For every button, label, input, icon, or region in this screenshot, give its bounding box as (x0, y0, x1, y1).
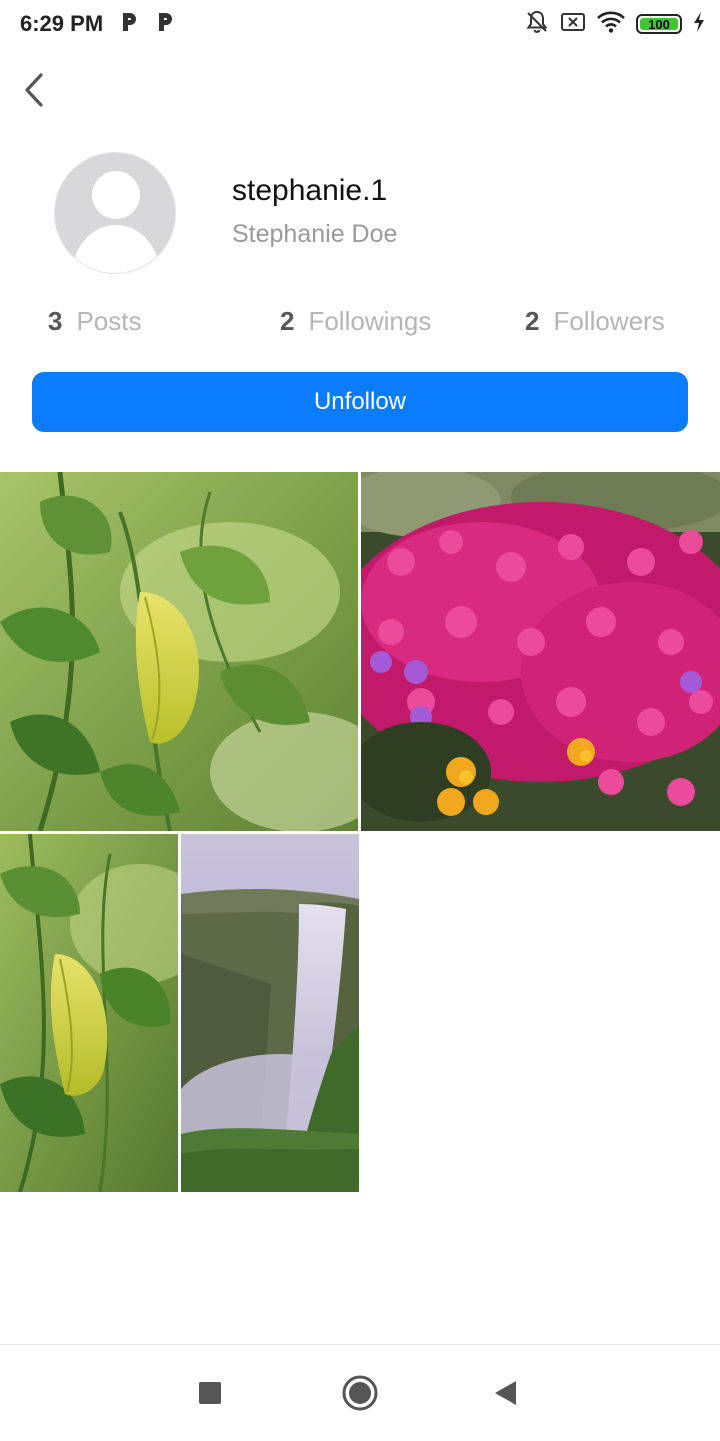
status-bar: 6:29 PM 100 (0, 0, 720, 48)
stat-followers-label: Followers (553, 306, 665, 336)
stat-posts-label: Posts (76, 306, 142, 336)
battery-icon: 100 (636, 14, 682, 34)
sim-disabled-icon (560, 11, 586, 38)
profile-full-name: Stephanie Doe (232, 220, 398, 248)
post-thumbnail-waterfall[interactable] (181, 834, 359, 1192)
stat-followers[interactable]: 2 Followers (525, 306, 665, 337)
home-circle-icon (341, 1374, 379, 1417)
charging-bolt-icon (692, 11, 706, 38)
unfollow-button[interactable]: Unfollow (32, 372, 688, 432)
stat-followers-count: 2 (525, 306, 540, 336)
status-time: 6:29 PM (20, 11, 104, 36)
stat-followings-label: Followings (308, 306, 432, 336)
avatar (54, 152, 176, 274)
stat-posts-count: 3 (48, 306, 63, 336)
parking-icon (156, 10, 174, 34)
battery-level: 100 (640, 17, 678, 32)
stat-followings-count: 2 (280, 306, 295, 336)
back-button[interactable] (14, 70, 54, 114)
back-triangle-icon (493, 1379, 519, 1412)
post-thumbnail-leaves[interactable] (0, 472, 358, 831)
stat-followings[interactable]: 2 Followings (280, 306, 431, 337)
parking-icon (120, 10, 138, 34)
default-avatar-icon (55, 171, 175, 273)
home-button[interactable] (332, 1367, 388, 1423)
stat-posts[interactable]: 3 Posts (48, 306, 142, 337)
wifi-icon (596, 10, 626, 39)
post-thumbnail-flowers[interactable] (361, 472, 720, 831)
recents-button[interactable] (182, 1367, 238, 1423)
post-thumbnail-leaves-2[interactable] (0, 834, 178, 1192)
bell-off-icon (524, 9, 550, 40)
chevron-left-icon (22, 72, 46, 113)
profile-username: stephanie.1 (232, 174, 388, 207)
system-nav-bar (0, 1344, 720, 1441)
recents-square-icon (198, 1381, 222, 1410)
back-nav-button[interactable] (478, 1367, 534, 1423)
